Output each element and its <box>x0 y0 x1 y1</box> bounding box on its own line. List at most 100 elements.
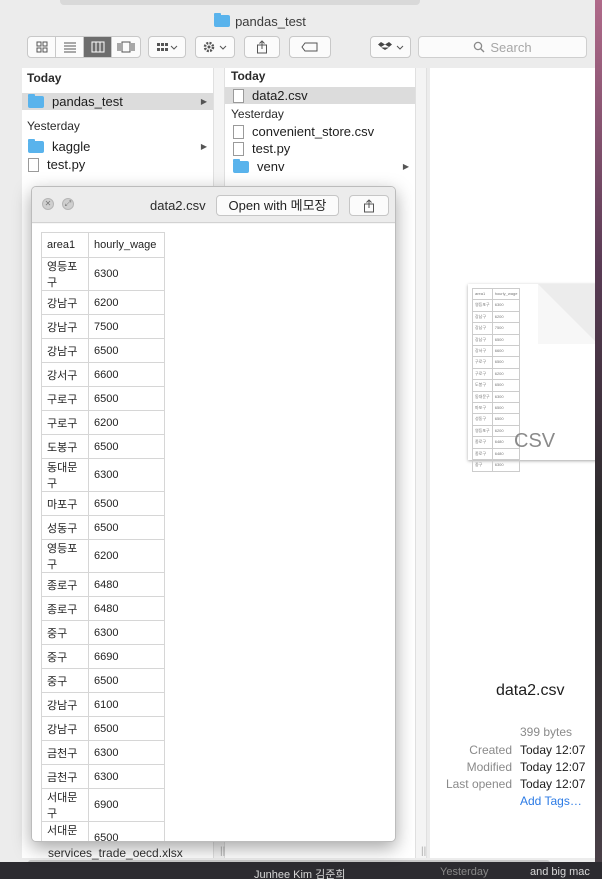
thumbnail-row: 종로구 6480 <box>472 447 521 461</box>
column-resize-handle[interactable]: || <box>220 846 225 857</box>
table-cell: 6690 <box>88 644 165 669</box>
thumbnail-cell: 종로구 <box>472 436 493 449</box>
table-cell: 6500 <box>88 491 165 516</box>
column-header: area1 <box>41 232 89 258</box>
open-with-button[interactable]: Open with 메모장 <box>216 195 339 216</box>
add-tags-link[interactable]: Add Tags… <box>520 794 582 808</box>
file-type-label: CSV <box>514 430 556 452</box>
horizontal-scrollbar[interactable] <box>28 860 550 862</box>
column-divider[interactable] <box>415 68 427 858</box>
table-cell: 6300 <box>88 764 165 789</box>
quicklook-content[interactable]: area1 hourly_wage 영등포구 6300 강남구 6200 강남구 7500… <box>32 224 395 841</box>
table-cell: 강남구 <box>41 314 89 339</box>
thumbnail-cell: 강남구 <box>472 322 493 335</box>
table-cell: 서대문구 <box>41 821 89 841</box>
list-item-label: services_trade_oecd.xlsx <box>48 846 183 860</box>
table-cell: 종로구 <box>41 596 89 621</box>
table-row: 강남구 7500 <box>41 314 165 339</box>
table-cell: 6300 <box>88 458 165 492</box>
thumbnail-cell: 6600 <box>491 345 521 358</box>
thumbnail-cell: 6300 <box>491 299 521 312</box>
tag-icon <box>301 42 318 52</box>
table-row: 강남구 6100 <box>41 692 165 717</box>
item-label: pandas_test <box>52 94 123 109</box>
share-icon <box>257 40 267 54</box>
table-cell: 6500 <box>88 515 165 540</box>
item-label: convenient_store.csv <box>252 124 375 139</box>
thumbnail-cell: 6500 <box>491 356 521 369</box>
section-heading: Yesterday <box>231 107 284 121</box>
list-item[interactable]: test.py <box>225 140 415 157</box>
thumbnail-row: 마포구 6500 <box>472 402 521 415</box>
document-icon <box>233 141 244 156</box>
table-cell: 구로구 <box>41 410 89 435</box>
thumbnail-row: 구로구 6500 <box>472 356 521 369</box>
dropbox-button[interactable] <box>370 36 411 58</box>
thumbnail-cell: 도봉구 <box>472 379 493 392</box>
table-cell: 6500 <box>88 821 165 841</box>
folder-icon <box>233 158 249 173</box>
thumbnail-row: 도봉구 6500 <box>472 379 521 392</box>
view-mode-segmented-control[interactable] <box>27 36 141 58</box>
table-cell: 도봉구 <box>41 434 89 459</box>
list-item[interactable]: pandas_test ▶ <box>22 93 213 110</box>
dropbox-icon <box>377 42 403 50</box>
close-icon[interactable]: ✕ <box>42 198 54 210</box>
item-label: test.py <box>47 157 86 172</box>
share-button[interactable] <box>349 195 389 216</box>
arrange-button[interactable] <box>148 36 186 58</box>
table-cell: 금천구 <box>41 764 89 789</box>
csv-file-thumbnail: area1 hourly_wage 영등포구 6300 강남구 6200 강남구 7500 강남… <box>468 284 595 472</box>
tags-button[interactable] <box>289 36 331 58</box>
list-item[interactable]: test.py <box>22 156 213 173</box>
file-size: 399 bytes <box>520 725 573 739</box>
search-placeholder: Search <box>490 39 532 55</box>
table-cell: 영등포구 <box>41 539 89 573</box>
table-row: 마포구 6500 <box>41 491 165 516</box>
column-view-icon[interactable] <box>84 37 112 57</box>
section-heading: Today <box>231 69 266 83</box>
table-cell: 6500 <box>88 716 165 741</box>
thumbnail-cell: 강남구 <box>472 310 493 324</box>
icon-view-icon[interactable] <box>28 37 56 57</box>
thumbnail-cell: 6500 <box>491 402 521 415</box>
chevron-right-icon: ▶ <box>200 97 207 106</box>
table-cell: 6300 <box>88 620 165 645</box>
titlebar-edge <box>60 0 420 5</box>
table-cell: 6100 <box>88 692 165 717</box>
share-button[interactable] <box>244 36 280 58</box>
table-cell: 6200 <box>88 410 165 435</box>
thumbnail-row: 성동구 6500 <box>472 413 521 426</box>
list-item[interactable]: convenient_store.csv <box>225 123 415 140</box>
table-row: 중구 6690 <box>41 644 165 669</box>
thumbnail-cell: 7500 <box>491 322 521 335</box>
table-cell: 구로구 <box>41 386 89 411</box>
thumbnail-cell: hourly_wage <box>491 287 521 301</box>
table-cell: 중구 <box>41 644 89 669</box>
table-cell: 동대문구 <box>41 458 89 492</box>
meta-label: Modified <box>466 760 512 774</box>
search-field[interactable]: Search <box>418 36 587 58</box>
action-button[interactable] <box>195 36 235 58</box>
table-cell: 강서구 <box>41 362 89 387</box>
thumbnail-row: 중구 6300 <box>472 459 521 472</box>
csv-table: area1 hourly_wage 영등포구 6300 강남구 6200 강남구 7500… <box>41 232 165 841</box>
cover-flow-view-icon[interactable] <box>112 37 140 57</box>
list-item[interactable]: data2.csv <box>225 87 415 104</box>
section-heading: Yesterday <box>27 119 80 133</box>
window-title-text: pandas_test <box>235 14 306 29</box>
list-item[interactable]: kaggle ▶ <box>22 138 213 155</box>
table-row: 금천구 6300 <box>41 764 165 789</box>
table-cell: 6480 <box>88 572 165 597</box>
thumbnail-cell: 6300 <box>491 459 521 472</box>
list-item[interactable]: venv ▶ <box>225 158 415 175</box>
column-resize-handle[interactable]: || <box>421 846 426 857</box>
folder-icon <box>28 138 44 153</box>
list-view-icon[interactable] <box>56 37 84 57</box>
preview-file-name: data2.csv <box>496 682 565 699</box>
table-cell: 6500 <box>88 386 165 411</box>
thumbnail-cell: 영등포구 <box>472 424 493 438</box>
table-cell: 종로구 <box>41 572 89 597</box>
window-title: pandas_test <box>0 13 520 29</box>
fullscreen-icon[interactable]: ⤢ <box>62 198 74 210</box>
